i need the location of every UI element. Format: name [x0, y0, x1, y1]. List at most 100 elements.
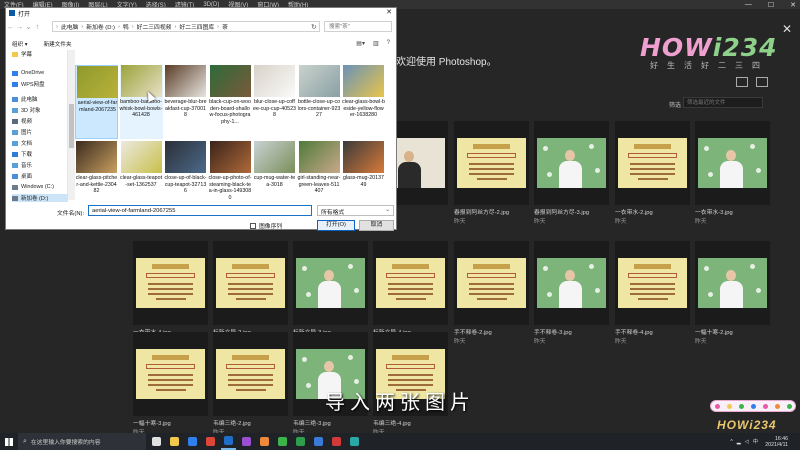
recent-file-thumbnail[interactable]: 一衣带水-3.jpg 昨天 [695, 121, 770, 225]
dialog-close-icon[interactable]: ✕ [386, 8, 392, 16]
file-item[interactable]: close-up-photo-of-steaming-black-tea-in-… [209, 141, 252, 215]
taskbar-search[interactable]: ⌕ 在这里输入你要搜索的内容 [18, 433, 146, 450]
recent-locations-icon[interactable]: ⌄ [24, 23, 33, 31]
corner-logo: HOWi234 [717, 418, 777, 432]
organize-menu[interactable]: 组织 ▾ [12, 40, 28, 48]
network-icon[interactable]: ▂ [737, 439, 741, 445]
file-item[interactable]: beverage-blur-breakfast-cup-370018 [164, 65, 207, 139]
recent-file-thumbnail[interactable]: 手不释卷-2.jpg 昨天 [454, 241, 529, 345]
file-item[interactable]: clear-glass-bowl-beside-yellow-flower-16… [342, 65, 385, 139]
folder-icon [12, 118, 18, 124]
taskbar-app-premiere[interactable] [239, 433, 254, 450]
nav-item[interactable]: 新加卷 (D:) [12, 194, 68, 202]
recent-file-thumbnail[interactable]: 手不释卷-4.jpg 昨天 [615, 241, 690, 345]
taskbar-app-app-teal[interactable] [347, 433, 362, 450]
recent-file-thumbnail[interactable]: 一衣带水-4.jpg昨天 [133, 241, 208, 345]
navigation-scrollbar[interactable] [68, 50, 75, 200]
filter-input[interactable] [683, 97, 763, 108]
recent-file-thumbnail[interactable]: 一衣带水-2.jpg 昨天 [615, 121, 690, 225]
minimize-icon[interactable]: — [745, 1, 752, 8]
close-icon[interactable]: ✕ [790, 1, 796, 9]
taskbar-app-task-view[interactable] [149, 433, 164, 450]
image-sequence-option[interactable]: 图像序列 [250, 221, 282, 230]
nav-item[interactable]: 3D 对象 [12, 106, 68, 114]
list-view-icon[interactable] [756, 77, 768, 87]
input-language[interactable]: 中 [753, 438, 758, 445]
help-icon[interactable]: ? [387, 40, 390, 47]
forward-icon[interactable]: → [15, 24, 24, 31]
breadcrumb-item[interactable]: 新加卷 (D:) [86, 22, 115, 31]
nav-item[interactable]: 学幕 [12, 50, 68, 58]
checkbox[interactable] [250, 222, 256, 229]
recent-file-thumbnail[interactable]: 标新立异-2.jpg昨天 [213, 241, 288, 345]
taskbar-app-chrome[interactable] [203, 433, 218, 450]
nav-item[interactable]: 此电脑 [12, 95, 68, 103]
breadcrumb-item[interactable]: 好二三四图库 [179, 22, 214, 31]
folder-icon [12, 129, 18, 135]
chevron-up-icon[interactable]: ^ [730, 439, 732, 445]
file-item[interactable]: blur-close-up-coffee-cup-cup-405238 [253, 65, 296, 139]
taskbar-app-app-blue[interactable] [311, 433, 326, 450]
nav-item[interactable]: Windows (C:) [12, 183, 68, 191]
cancel-button[interactable]: 取消 [359, 220, 394, 231]
filename-input[interactable] [88, 205, 312, 216]
recent-file-thumbnail[interactable]: 标新立异-4.jpg昨天 [373, 241, 448, 345]
nav-item[interactable]: 音乐 [12, 161, 68, 169]
recent-file-thumbnail[interactable]: 标新立异-3.jpg昨天 [293, 241, 368, 345]
taskbar-app-wechat[interactable] [275, 433, 290, 450]
dot-icon [714, 403, 720, 409]
nav-item[interactable]: WPS网盘 [12, 80, 68, 88]
nav-item[interactable]: OneDrive [12, 69, 68, 77]
recent-file-thumbnail[interactable]: 手不释卷-3.jpg 昨天 [534, 241, 609, 345]
nav-item[interactable]: 图片 [12, 128, 68, 136]
scrollbar-thumb[interactable] [69, 104, 74, 148]
nav-item[interactable]: 下载 [12, 150, 68, 158]
breadcrumb-item[interactable]: 此电脑 [61, 22, 78, 31]
file-item[interactable]: glass-mug-2013749 [342, 141, 385, 215]
breadcrumb-item[interactable]: 好二三四视频 [137, 22, 172, 31]
taskbar-app-app-green[interactable] [293, 433, 308, 450]
file-item[interactable]: close-up-of-black-cup-teapot-327136 [164, 141, 207, 215]
address-breadcrumb[interactable]: › 此电脑 › 新加卷 (D:) › 鸭 › 好二三四视频 › 好二三四图库 › 茶 [52, 21, 320, 32]
home-close-icon[interactable]: ✕ [782, 22, 792, 36]
nav-item[interactable]: 文档 [12, 139, 68, 147]
file-item[interactable]: cup-mug-water-tea-3018 [253, 141, 296, 215]
file-item[interactable]: aerial-view-of-farmland-2067235 [75, 65, 118, 139]
file-item[interactable]: bamboo-bamboo-whisk-bowl-bowls-461428 [119, 65, 163, 139]
taskbar-app-app-orange[interactable] [257, 433, 272, 450]
file-item[interactable]: black-cup-on-wooden-board-shallow-focus-… [209, 65, 252, 139]
breadcrumb-item[interactable]: 茶 [222, 22, 228, 31]
open-button[interactable]: 打开(O) [317, 220, 355, 231]
refresh-icon[interactable]: ↻ [311, 23, 317, 31]
preview-pane-icon[interactable]: ▥ [373, 40, 379, 47]
taskbar-app-photoshop[interactable] [221, 433, 236, 450]
taskbar-app-app-red[interactable] [329, 433, 344, 450]
file-item[interactable]: girl-standing-near-green-leaves-511407 [298, 141, 341, 215]
new-folder-button[interactable]: 新建文件夹 [44, 40, 72, 48]
volume-icon[interactable]: ◁ [745, 439, 749, 445]
nav-item[interactable]: 桌面 [12, 172, 68, 180]
folder-search-input[interactable] [324, 21, 392, 32]
file-name: black-cup-on-wooden-board-shallow-focus-… [209, 99, 251, 125]
start-button[interactable] [0, 433, 18, 450]
file-item[interactable]: bottle-close-up-colors-container-92327 [298, 65, 341, 139]
taskbar-app-mail[interactable] [185, 433, 200, 450]
maximize-icon[interactable]: ☐ [768, 1, 774, 9]
back-icon[interactable]: ← [6, 24, 15, 31]
breadcrumb-item[interactable]: 鸭 [123, 22, 129, 31]
view-options-icon[interactable]: ▤▾ [356, 40, 365, 47]
recent-file-thumbnail[interactable]: 春报到阿丝方尽-3.jpg 昨天 [534, 121, 609, 225]
recent-file-thumbnail[interactable]: 春报到阿丝方尽-2.jpg 昨天 [454, 121, 529, 225]
recent-file-date: 昨天 [454, 339, 466, 345]
clock[interactable]: 16:46 2021/4/11 [765, 436, 788, 448]
recent-file-name: 手不释卷-3.jpg [534, 330, 572, 336]
nav-item[interactable]: 视频 [12, 117, 68, 125]
filetype-select[interactable]: 所有格式 ⌄ [317, 205, 394, 216]
up-icon[interactable]: ↑ [33, 24, 42, 31]
file-item[interactable]: clear-glass-pitcher-and-kettle-230482 [75, 141, 118, 215]
taskbar-app-explorer[interactable] [167, 433, 182, 450]
video-subtitle: 导入两张图片 [325, 390, 475, 414]
recent-file-thumbnail[interactable]: 一幅十寒-2.jpg 昨天 [695, 241, 770, 345]
grid-view-icon[interactable] [736, 77, 748, 87]
file-item[interactable]: clear-glass-teapot-set-1362537 [120, 141, 163, 215]
